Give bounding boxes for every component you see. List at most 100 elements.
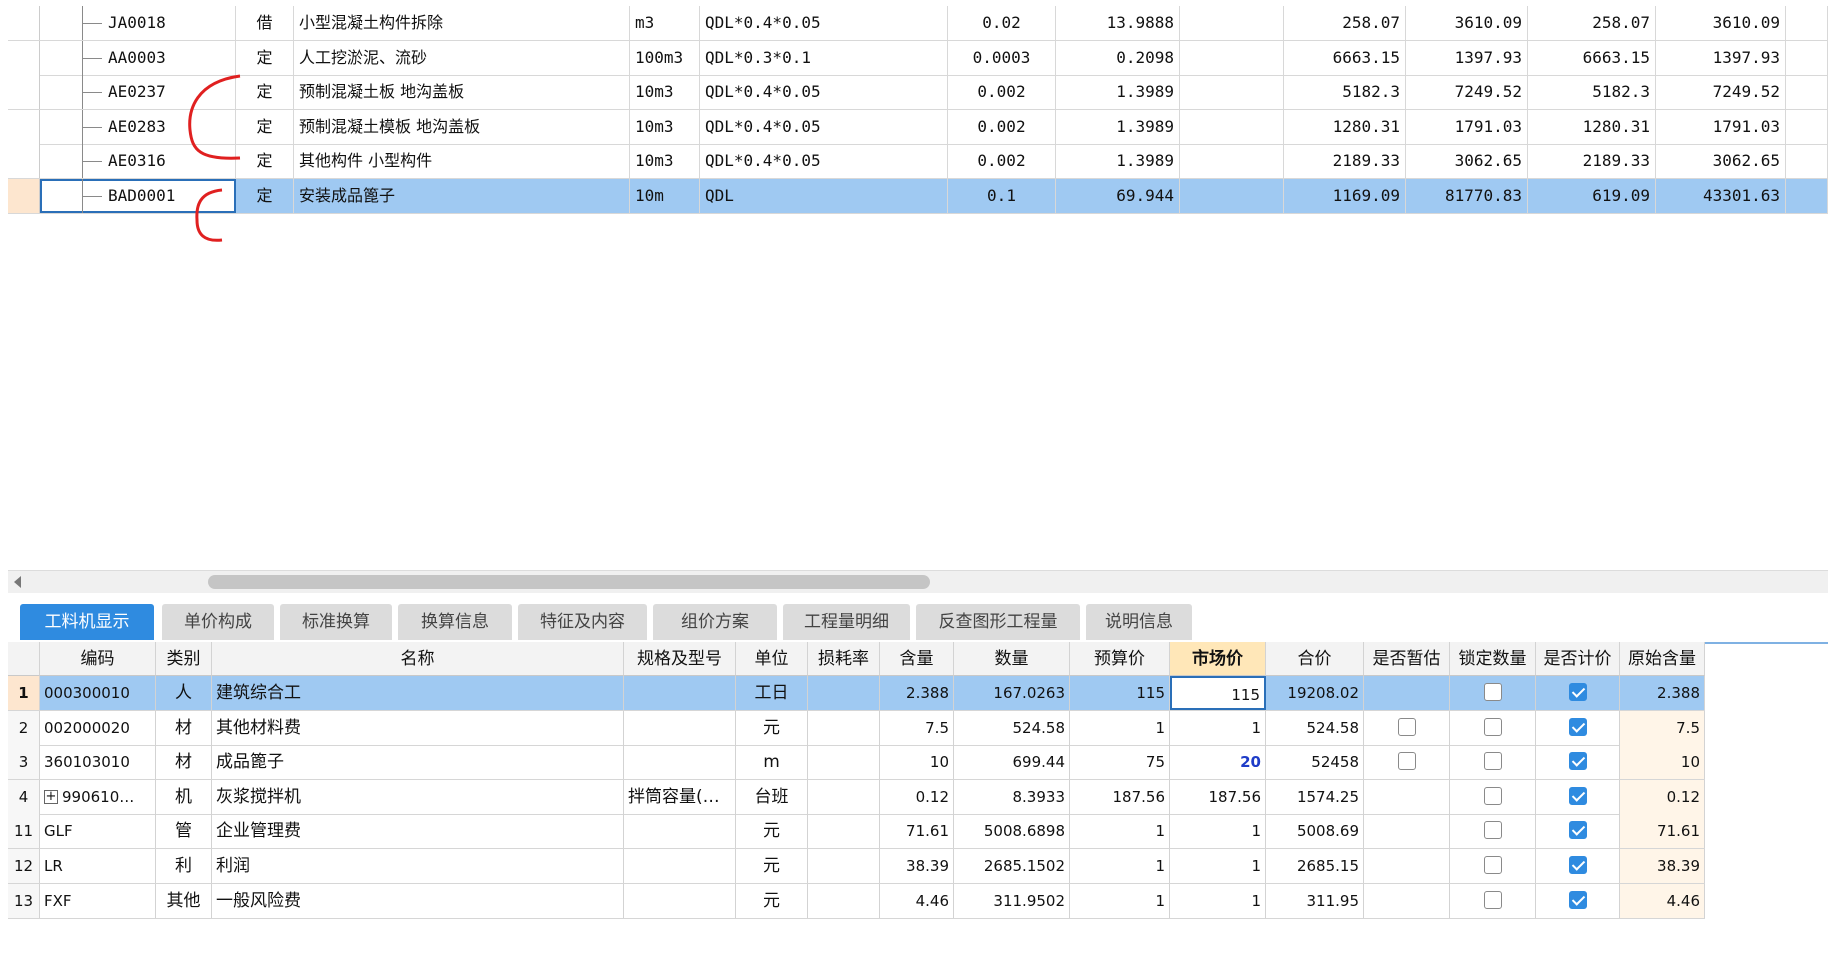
resource-unit-cell[interactable]: 元 [736,883,808,918]
quota-code-cell[interactable]: AE0237 [40,75,236,110]
quota-unit-cell[interactable]: 10m3 [630,75,700,110]
quota-code-cell[interactable]: BAD0001 [40,179,236,213]
quota-coef-cell[interactable]: 0.002 [948,75,1056,110]
quota-p1-cell[interactable]: 1280.31 [1284,109,1406,144]
resource-content-cell[interactable]: 7.5 [880,710,954,745]
resource-market-cell[interactable]: 1 [1170,849,1266,883]
quota-p1-cell[interactable]: 258.07 [1284,6,1406,40]
tab-6[interactable]: 组价方案 [653,604,777,640]
resource-unit-cell[interactable]: m [736,745,808,780]
quota-row[interactable]: AE0237 定预制混凝土板 地沟盖板 10m3 QDL*0.4*0.05 0.002 1… [8,75,1828,111]
resource-content-cell[interactable]: 2.388 [880,676,954,710]
resource-est-cell[interactable] [1364,849,1450,883]
horizontal-scrollbar[interactable] [8,570,1828,593]
resource-spec-cell[interactable] [624,814,736,849]
quota-qty-cell[interactable]: 1.3989 [1056,109,1180,144]
checkbox-icon[interactable] [1483,786,1502,805]
resource-market-cell[interactable]: 1 [1170,814,1266,849]
empty-cell[interactable] [1180,144,1284,179]
quota-qty-cell[interactable]: 0.2098 [1056,40,1180,75]
header-unit[interactable]: 单位 [736,642,808,676]
quota-p4-cell[interactable]: 3610.09 [1656,6,1786,40]
empty-cell[interactable] [1180,40,1284,75]
checkbox-icon[interactable] [1483,890,1502,909]
resource-unit-cell[interactable]: 元 [736,710,808,745]
resource-loss-cell[interactable] [808,710,880,745]
tab-9[interactable]: 说明信息 [1086,604,1192,640]
quota-p1-cell[interactable]: 6663.15 [1284,40,1406,75]
resource-priced-cell[interactable] [1536,883,1620,918]
quota-p3-cell[interactable]: 5182.3 [1528,75,1656,110]
header-orig[interactable]: 原始含量 [1620,642,1705,676]
resource-name-cell[interactable]: 一般风险费 [212,883,624,918]
tab-8[interactable]: 反查图形工程量 [916,604,1080,640]
quota-type-cell[interactable]: 定 [236,109,294,144]
resource-qty-cell[interactable]: 311.9502 [954,883,1070,918]
resource-rn-cell[interactable]: 13 [8,883,40,918]
resource-spec-cell[interactable]: 拌筒容量(… [624,779,736,814]
quota-p3-cell[interactable]: 258.07 [1528,6,1656,40]
quota-type-cell[interactable]: 定 [236,144,294,179]
resource-spec-cell[interactable] [624,710,736,745]
row-header[interactable] [8,179,40,213]
resource-market-cell[interactable]: 1 [1170,710,1266,745]
quota-p2-cell[interactable]: 81770.83 [1406,179,1528,213]
resource-rn-cell[interactable]: 2 [8,710,40,745]
resource-priced-cell[interactable] [1536,779,1620,814]
resource-qty-cell[interactable]: 524.58 [954,710,1070,745]
header-budget[interactable]: 预算价 [1070,642,1170,676]
resource-name-cell[interactable]: 其他材料费 [212,710,624,745]
checkbox-icon[interactable] [1483,683,1502,701]
resource-total-cell[interactable]: 524.58 [1266,710,1364,745]
scrollbar-thumb[interactable] [208,575,930,589]
quota-coef-cell[interactable]: 0.002 [948,109,1056,144]
header-content[interactable]: 含量 [880,642,954,676]
resource-cat-cell[interactable]: 管 [156,814,212,849]
empty-cell[interactable] [1786,179,1828,213]
quota-p4-cell[interactable]: 43301.63 [1656,179,1786,213]
resource-budget-cell[interactable]: 1 [1070,883,1170,918]
resource-cat-cell[interactable]: 人 [156,676,212,710]
checkbox-icon[interactable] [1568,786,1587,805]
quota-unit-cell[interactable]: 100m3 [630,40,700,75]
resource-qty-cell[interactable]: 5008.6898 [954,814,1070,849]
quota-p1-cell[interactable]: 1169.09 [1284,179,1406,213]
empty-cell[interactable] [1180,6,1284,40]
resource-qty-cell[interactable]: 699.44 [954,745,1070,780]
resource-qty-cell[interactable]: 2685.1502 [954,849,1070,883]
row-header[interactable] [8,6,40,40]
resource-content-cell[interactable]: 38.39 [880,849,954,883]
header-loss[interactable]: 损耗率 [808,642,880,676]
resource-total-cell[interactable]: 52458 [1266,745,1364,780]
header-spec[interactable]: 规格及型号 [624,642,736,676]
checkbox-icon[interactable] [1568,752,1587,771]
header-qty[interactable]: 数量 [954,642,1070,676]
checkbox-icon[interactable] [1397,717,1416,736]
quota-name-cell[interactable]: 预制混凝土板 地沟盖板 [294,75,630,110]
quota-row[interactable]: BAD0001 定安装成品篦子 10m QDL 0.1 69.944 1169.09 8177… [8,179,1828,214]
tab-5[interactable]: 特征及内容 [518,604,647,640]
resource-qty-cell[interactable]: 167.0263 [954,676,1070,710]
resource-row[interactable]: 11 GLF 管企业管理费元 71.61 5008.6898 1 1 5008.69 71.61 [8,814,1705,850]
resource-loss-cell[interactable] [808,779,880,814]
quota-p2-cell[interactable]: 3062.65 [1406,144,1528,179]
resource-priced-cell[interactable] [1536,849,1620,883]
quota-unit-cell[interactable]: m3 [630,6,700,40]
resource-unit-cell[interactable]: 元 [736,849,808,883]
resource-qty-cell[interactable]: 8.3933 [954,779,1070,814]
resource-spec-cell[interactable] [624,849,736,883]
resource-est-cell[interactable] [1364,883,1450,918]
header-market[interactable]: 市场价 [1170,642,1266,676]
quota-type-cell[interactable]: 定 [236,179,294,213]
quota-expr-cell[interactable]: QDL*0.3*0.1 [700,40,948,75]
resource-est-cell[interactable] [1364,745,1450,780]
resource-content-cell[interactable]: 0.12 [880,779,954,814]
header-est[interactable]: 是否暂估 [1364,642,1450,676]
quota-p3-cell[interactable]: 6663.15 [1528,40,1656,75]
quota-qty-cell[interactable]: 69.944 [1056,179,1180,213]
resource-content-cell[interactable]: 4.46 [880,883,954,918]
resource-row[interactable]: 3 360103010 材成品篦子 m 10 699.44 75 20 52458 10 [8,745,1705,781]
resource-budget-cell[interactable]: 75 [1070,745,1170,780]
quota-p3-cell[interactable]: 1280.31 [1528,109,1656,144]
empty-cell[interactable] [1786,144,1828,179]
